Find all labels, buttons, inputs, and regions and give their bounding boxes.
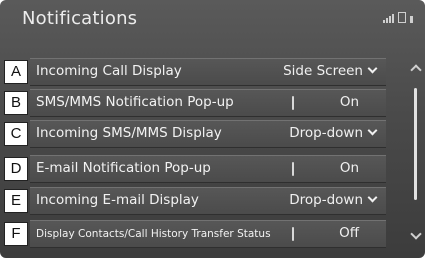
setting-label: Incoming E-mail Display [36,192,199,208]
setting-row-incoming-sms-display[interactable]: Incoming SMS/MMS Display Drop-down [30,120,386,148]
callout-key-d: D [4,157,28,181]
scrollbar[interactable] [414,88,417,200]
signal-icon [383,14,394,23]
toggle-indicator [292,227,294,241]
status-bar [383,12,413,23]
chevron-down-icon [367,125,378,136]
setting-label: Incoming SMS/MMS Display [36,125,222,141]
battery-icon [398,12,406,23]
setting-label: SMS/MMS Notification Pop-up [36,94,234,110]
callout-key-f: F [4,222,28,246]
chevron-down-icon [367,63,378,74]
chevron-down-icon [367,192,378,203]
toggle-indicator [292,96,294,110]
setting-row-email-notification-popup[interactable]: E-mail Notification Pop-up On [30,155,386,183]
setting-dropdown-value[interactable]: Side Screen [283,63,378,79]
setting-row-incoming-call-display[interactable]: Incoming Call Display Side Screen [30,58,386,86]
notifications-screen: Notifications Incoming Call Display Side… [0,0,425,258]
callout-key-b: B [4,91,28,115]
setting-dropdown-value[interactable]: Drop-down [289,192,378,208]
toggle-value[interactable]: On [340,94,359,110]
setting-label: Display Contacts/Call History Transfer S… [36,228,271,240]
setting-row-incoming-email-display[interactable]: Incoming E-mail Display Drop-down [30,187,386,215]
setting-label: Incoming Call Display [36,63,182,79]
setting-row-transfer-status[interactable]: Display Contacts/Call History Transfer S… [30,220,386,248]
setting-row-sms-notification-popup[interactable]: SMS/MMS Notification Pop-up On [30,89,386,117]
callout-key-c: C [4,122,28,146]
chevron-up-icon[interactable] [410,64,422,76]
page-title: Notifications [22,8,138,29]
toggle-value[interactable]: On [340,160,359,176]
status-indicator-icon [410,16,413,23]
setting-label: E-mail Notification Pop-up [36,160,211,176]
setting-dropdown-value[interactable]: Drop-down [289,125,378,141]
callout-key-e: E [4,189,28,213]
callout-key-a: A [4,60,28,84]
chevron-down-icon[interactable] [410,228,422,240]
toggle-value[interactable]: Off [339,225,359,241]
toggle-indicator [292,162,294,176]
